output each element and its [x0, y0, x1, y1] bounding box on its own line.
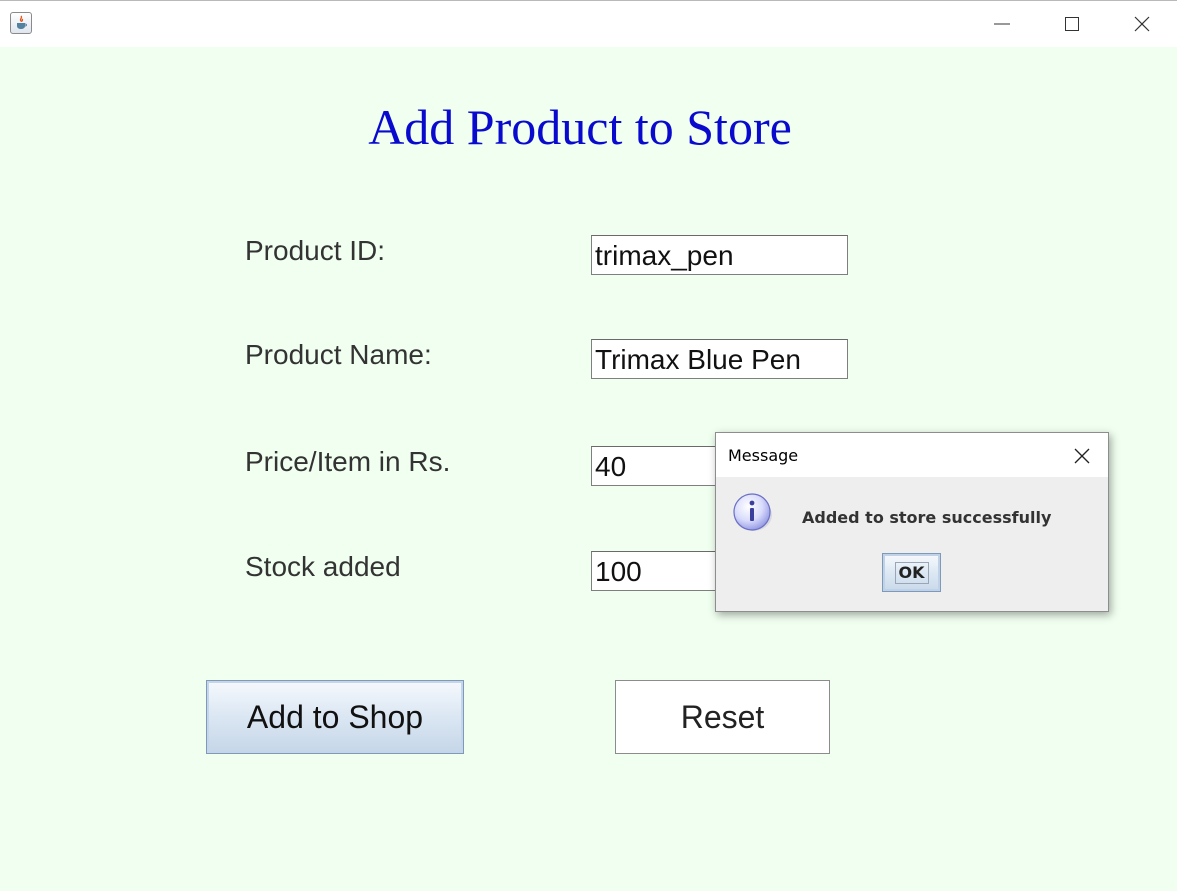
close-icon: [1074, 448, 1090, 464]
maximize-button[interactable]: [1037, 1, 1107, 47]
page-title: Add Product to Store: [368, 99, 792, 155]
minimize-icon: [994, 23, 1010, 25]
window-titlebar[interactable]: [0, 1, 1177, 47]
ok-button-label: OK: [894, 561, 929, 584]
product-id-input[interactable]: [591, 235, 848, 275]
info-icon: [733, 493, 772, 531]
product-name-input[interactable]: [591, 339, 848, 379]
maximize-icon: [1065, 17, 1079, 31]
dialog-close-button[interactable]: [1064, 441, 1100, 471]
app-window: Add Product to Store Product ID: Product…: [0, 0, 1177, 891]
ok-button[interactable]: OK: [882, 553, 941, 592]
minimize-button[interactable]: [967, 1, 1037, 47]
product-name-label: Product Name:: [245, 339, 432, 370]
dialog-title: Message: [728, 446, 799, 465]
close-button[interactable]: [1107, 1, 1177, 47]
message-dialog: Message Added to store successfully OK: [715, 432, 1109, 612]
price-label: Price/Item in Rs.: [245, 446, 451, 477]
dialog-titlebar[interactable]: Message: [716, 433, 1108, 477]
stock-label: Stock added: [245, 551, 401, 582]
dialog-message: Added to store successfully: [802, 508, 1052, 527]
reset-button[interactable]: Reset: [615, 680, 830, 754]
java-app-icon[interactable]: [10, 12, 32, 34]
product-id-label: Product ID:: [245, 235, 386, 266]
close-icon: [1134, 16, 1150, 32]
add-to-shop-button[interactable]: Add to Shop: [206, 680, 464, 754]
